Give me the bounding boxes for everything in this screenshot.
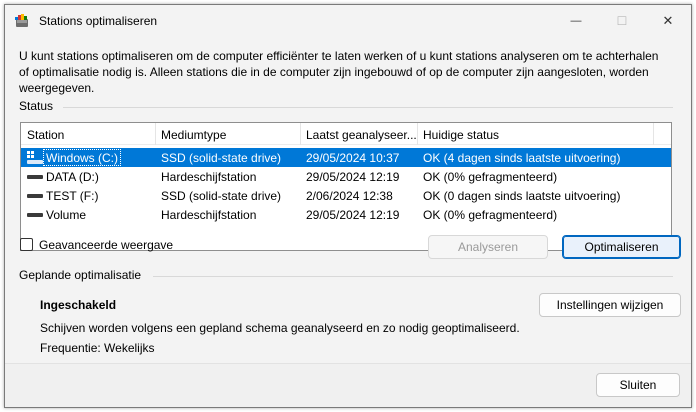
advanced-view-label[interactable]: Geavanceerde weergave — [39, 238, 173, 252]
schedule-description: Schijven worden volgens een gepland sche… — [40, 321, 520, 335]
scheduled-divider — [153, 276, 673, 277]
last-analyzed: 2/06/2024 12:38 — [306, 189, 393, 203]
close-dialog-label: Sluiten — [619, 378, 657, 392]
change-settings-label: Instellingen wijzigen — [556, 298, 664, 312]
last-analyzed: 29/05/2024 12:19 — [306, 170, 400, 184]
analyze-button-label: Analyseren — [457, 240, 519, 254]
dialog-content: U kunt stations optimaliseren om de comp… — [5, 36, 691, 407]
column-header-media-type[interactable]: Mediumtype — [161, 128, 226, 142]
analyze-button[interactable]: Analyseren — [428, 235, 548, 259]
intro-text: U kunt stations optimaliseren om de comp… — [19, 49, 659, 95]
media-type: SSD (solid-state drive) — [161, 151, 282, 165]
station-name: DATA (D:) — [46, 170, 99, 184]
optimize-button[interactable]: Optimaliseren — [562, 235, 681, 259]
close-icon: ✕ — [662, 12, 674, 28]
column-divider[interactable] — [155, 123, 156, 145]
media-type: Hardeschijfstation — [161, 170, 257, 184]
dialog-footer: Sluiten — [5, 364, 691, 407]
close-dialog-button[interactable]: Sluiten — [596, 373, 680, 397]
drive-row-d[interactable]: DATA (D:) Hardeschijfstation 29/05/2024 … — [21, 167, 671, 186]
current-status: OK (4 dagen sinds laatste uitvoering) — [423, 151, 621, 165]
optimize-drives-window: Stations optimaliseren — ☐ ✕ U kunt stat… — [4, 4, 692, 408]
last-analyzed: 29/05/2024 12:19 — [306, 208, 400, 222]
close-button[interactable]: ✕ — [645, 5, 691, 36]
maximize-button: ☐ — [599, 5, 645, 36]
drive-icon — [27, 175, 43, 179]
title-bar[interactable]: Stations optimaliseren — ☐ ✕ — [5, 5, 691, 36]
defrag-app-icon — [15, 14, 28, 27]
windows-drive-icon — [27, 151, 43, 164]
column-divider[interactable] — [417, 123, 418, 145]
scheduled-section-label: Geplande optimalisatie — [19, 268, 142, 282]
status-section-label: Status — [19, 99, 54, 113]
column-header-last-analyzed[interactable]: Laatst geanalyseer... — [306, 128, 417, 142]
change-settings-button[interactable]: Instellingen wijzigen — [539, 293, 681, 317]
advanced-view-checkbox[interactable] — [20, 238, 33, 251]
minimize-icon: — — [570, 14, 582, 27]
last-analyzed: 29/05/2024 10:37 — [306, 151, 400, 165]
station-name: Windows (C:) — [46, 151, 119, 165]
drive-row-c[interactable]: Windows (C:) SSD (solid-state drive) 29/… — [21, 148, 671, 167]
station-name: Volume — [46, 208, 87, 222]
drive-icon — [27, 213, 43, 217]
maximize-icon: ☐ — [616, 13, 628, 28]
media-type: Hardeschijfstation — [161, 208, 257, 222]
drive-icon — [27, 194, 43, 198]
column-header-station[interactable]: Station — [27, 128, 64, 142]
window-title: Stations optimaliseren — [39, 14, 158, 28]
current-status: OK (0 dagen sinds laatste uitvoering) — [423, 189, 621, 203]
schedule-state: Ingeschakeld — [40, 298, 117, 312]
current-status: OK (0% gefragmenteerd) — [423, 208, 558, 222]
current-status: OK (0% gefragmenteerd) — [423, 170, 558, 184]
drive-list[interactable]: Station Mediumtype Laatst geanalyseer...… — [20, 122, 672, 251]
drive-row-volume[interactable]: Volume Hardeschijfstation 29/05/2024 12:… — [21, 205, 671, 224]
column-divider[interactable] — [653, 123, 654, 145]
column-header-current-status[interactable]: Huidige status — [423, 128, 499, 142]
drive-row-f[interactable]: TEST (F:) SSD (solid-state drive) 2/06/2… — [21, 186, 671, 205]
minimize-button[interactable]: — — [553, 5, 599, 36]
optimize-button-label: Optimaliseren — [584, 240, 659, 254]
drive-list-header: Station Mediumtype Laatst geanalyseer...… — [21, 123, 671, 145]
station-name: TEST (F:) — [46, 189, 99, 203]
media-type: SSD (solid-state drive) — [161, 189, 282, 203]
column-divider[interactable] — [300, 123, 301, 145]
schedule-frequency: Frequentie: Wekelijks — [40, 341, 155, 355]
status-divider — [63, 107, 673, 108]
